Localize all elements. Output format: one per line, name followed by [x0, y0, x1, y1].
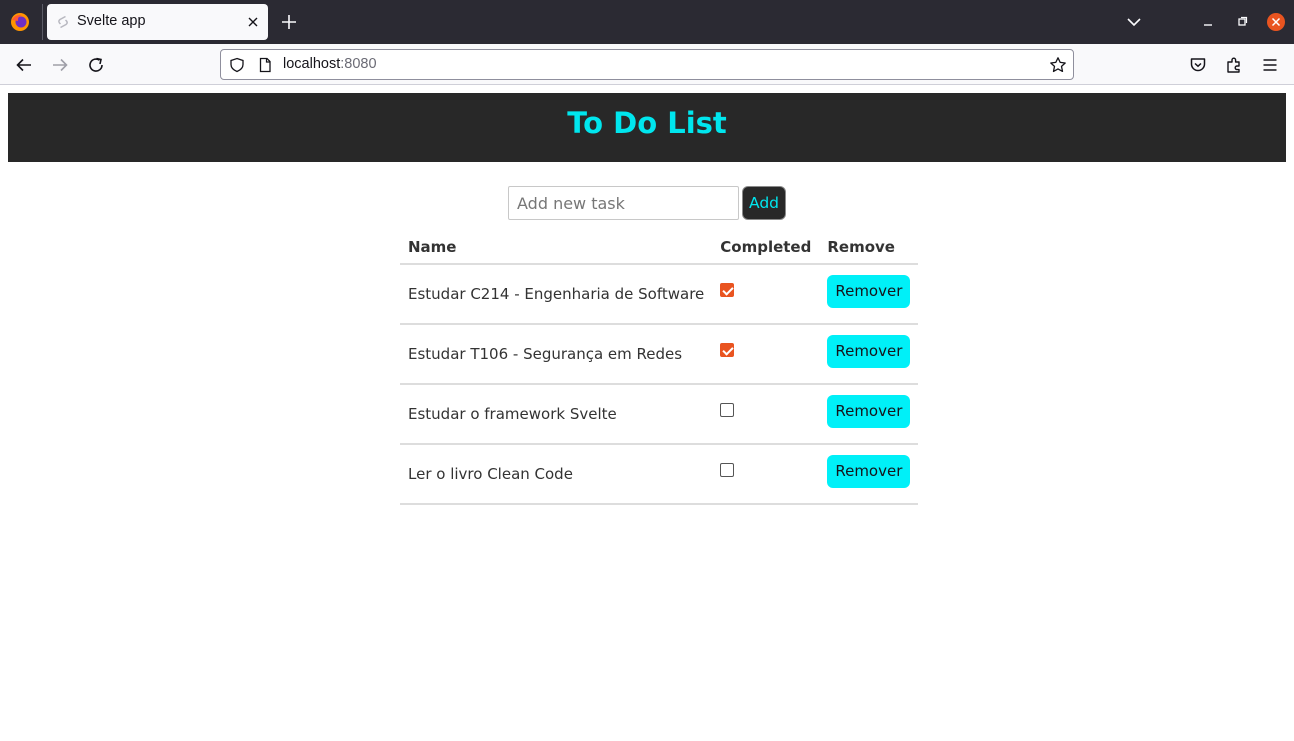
- add-task-button[interactable]: Add: [742, 186, 786, 220]
- table-row: Estudar o framework Svelte Remover: [400, 384, 919, 445]
- remove-task-button[interactable]: Remover: [827, 274, 911, 308]
- url-text[interactable]: localhost:8080: [283, 56, 377, 72]
- table-row: Estudar T106 - Segurança em Redes Remove…: [400, 324, 919, 385]
- browser-tab[interactable]: Svelte app: [47, 4, 268, 40]
- chevron-down-icon[interactable]: [1125, 14, 1143, 30]
- task-name: Estudar C214 - Engenharia de Software: [400, 264, 713, 325]
- shield-icon[interactable]: [229, 57, 245, 73]
- url-port: :8080: [340, 56, 377, 72]
- remove-task-button[interactable]: Remover: [827, 334, 911, 368]
- menu-icon[interactable]: [1260, 55, 1280, 75]
- window-close-icon[interactable]: [1266, 12, 1286, 32]
- remove-task-button[interactable]: Remover: [827, 454, 911, 488]
- page-icon[interactable]: [257, 57, 273, 73]
- forward-icon[interactable]: [50, 55, 70, 75]
- navigation-toolbar: localhost:8080: [0, 44, 1294, 85]
- table-header-row: Name Completed Remove: [400, 230, 919, 265]
- column-header-name: Name: [400, 230, 713, 265]
- task-name: Estudar T106 - Segurança em Redes: [400, 324, 713, 385]
- column-header-completed: Completed: [712, 230, 820, 265]
- page-title: To Do List: [567, 106, 727, 140]
- tab-separator: [42, 4, 43, 40]
- tab-bar: Svelte app: [0, 0, 1294, 44]
- column-header-remove: Remove: [819, 230, 919, 265]
- back-icon[interactable]: [14, 55, 34, 75]
- task-name: Ler o livro Clean Code: [400, 444, 713, 505]
- completed-checkbox[interactable]: [720, 403, 735, 417]
- url-bar[interactable]: localhost:8080: [220, 49, 1074, 80]
- firefox-logo-icon[interactable]: [10, 12, 30, 32]
- restore-icon[interactable]: [1233, 13, 1251, 31]
- bookmark-star-icon[interactable]: [1049, 56, 1067, 74]
- reload-icon[interactable]: [86, 55, 106, 75]
- remove-task-button[interactable]: Remover: [827, 394, 911, 428]
- table-row: Estudar C214 - Engenharia de Software Re…: [400, 264, 919, 325]
- url-host: localhost: [283, 56, 341, 72]
- svelte-favicon-icon: [58, 15, 68, 29]
- completed-checkbox[interactable]: [720, 283, 735, 297]
- pocket-icon[interactable]: [1188, 55, 1208, 75]
- task-name: Estudar o framework Svelte: [400, 384, 713, 445]
- minimize-icon[interactable]: [1199, 13, 1217, 31]
- app-header: To Do List: [8, 93, 1286, 162]
- close-tab-icon[interactable]: [244, 13, 262, 31]
- tab-title: Svelte app: [77, 13, 146, 29]
- completed-checkbox[interactable]: [720, 463, 735, 477]
- new-task-input[interactable]: [508, 186, 739, 220]
- new-tab-icon[interactable]: [280, 13, 298, 31]
- completed-checkbox[interactable]: [720, 343, 735, 357]
- extensions-icon[interactable]: [1224, 55, 1244, 75]
- table-row: Ler o livro Clean Code Remover: [400, 444, 919, 505]
- task-table: Name Completed Remove Estudar C214 - Eng…: [400, 230, 919, 505]
